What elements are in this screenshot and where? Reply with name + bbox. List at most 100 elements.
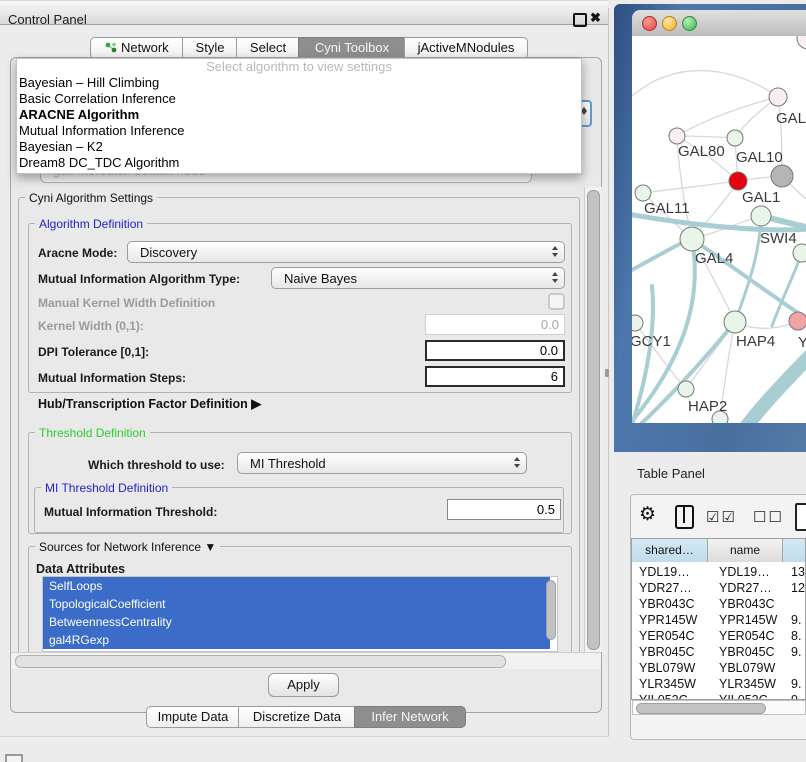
list-item[interactable]: BetweennessCentrality (43, 613, 550, 631)
which-threshold-label: Which threshold to use: (88, 458, 225, 472)
tab-jactivemnodules[interactable]: jActiveMNodules (404, 37, 528, 59)
node-selected-gray[interactable] (771, 165, 793, 187)
table-row[interactable]: YBL079WYBL079W (632, 660, 806, 677)
settings-vscrollbar-track[interactable] (584, 187, 602, 652)
node[interactable] (789, 312, 806, 330)
table-row[interactable]: YBR043CYBR043C (632, 596, 806, 613)
list-item[interactable]: TopologicalCoefficient (43, 595, 550, 613)
page-icon[interactable] (795, 503, 806, 531)
screen: Control Panel ✖ Network Style Select Cyn… (0, 0, 806, 762)
sources-toggle[interactable]: Sources for Network Inference ▼ (35, 540, 220, 554)
network-canvas[interactable]: GAL GAL80 GAL10 GAL1 GAL11 SWI4 GAL4 GCY… (632, 36, 806, 423)
table-row[interactable]: YDL19…YDL19…13 (632, 564, 806, 581)
tab-cyni-toolbox[interactable]: Cyni Toolbox (298, 37, 406, 59)
node-gal1-red[interactable] (729, 172, 747, 190)
dropdown-item-highlighted[interactable]: ARACNE Algorithm (17, 107, 581, 123)
tab-discretize-data[interactable]: Discretize Data (238, 706, 356, 728)
gear-icon[interactable]: ⚙ (639, 503, 656, 526)
dropdown-item[interactable]: Mutual Information Inference (17, 123, 581, 139)
checkbox-unchecked-icons[interactable]: ☐☐ (753, 508, 784, 526)
node-hap2[interactable] (678, 381, 694, 397)
cell: YDR27… (719, 580, 772, 597)
settings-hscrollbar-track[interactable] (11, 652, 601, 669)
close-traffic-light[interactable] (642, 16, 657, 31)
mi-threshold-field[interactable]: 0.5 (447, 499, 561, 520)
cell: 9. (791, 644, 801, 661)
algorithm-dropdown-list: Select algorithm to view settings Bayesi… (16, 58, 582, 174)
node-hap4[interactable] (724, 311, 746, 333)
checkbox-checked-icons[interactable]: ☑☑ (706, 508, 737, 526)
table-row[interactable]: YIL052CYIL052C9 (632, 692, 806, 700)
dpi-tolerance-field[interactable]: 0.0 (425, 340, 565, 361)
manual-kernel-checkbox (548, 293, 565, 310)
tab-network[interactable]: Network (90, 37, 184, 59)
minimize-traffic-light[interactable] (662, 16, 677, 31)
cell: 9. (791, 612, 801, 629)
columns-icon[interactable] (675, 505, 694, 529)
float-window-icon[interactable] (573, 13, 587, 27)
node-gal10[interactable] (727, 130, 743, 146)
chevron-updown-icon (514, 457, 520, 468)
settings-hscrollbar-thumb[interactable] (15, 655, 506, 668)
network-window-titlebar[interactable] (632, 10, 806, 37)
network-icon (105, 42, 117, 53)
node-gcy1[interactable] (632, 315, 643, 331)
cell: YDL19… (719, 564, 770, 581)
dropdown-item[interactable]: Bayesian – K2 (17, 139, 581, 155)
tab-infer-network[interactable]: Infer Network (354, 706, 466, 728)
which-threshold-combo[interactable]: MI Threshold (237, 452, 527, 474)
tab-style[interactable]: Style (182, 37, 238, 59)
control-panel-titlebar (0, 0, 608, 25)
tab-select[interactable]: Select (236, 37, 300, 59)
zoom-traffic-light[interactable] (682, 16, 697, 31)
node-gal80[interactable] (669, 128, 685, 144)
list-item[interactable]: gal4RGexp (43, 631, 550, 649)
hub-section-toggle[interactable]: Hub/Transcription Factor Definition ▶ (38, 396, 261, 412)
table-row[interactable]: YPR145WYPR145W9. (632, 612, 806, 629)
manual-kernel-label: Manual Kernel Width Definition (38, 296, 215, 310)
mi-type-label: Mutual Information Algorithm Type: (38, 272, 240, 286)
splitter-handle[interactable] (605, 369, 609, 377)
node-label: SWI4 (760, 230, 797, 247)
cell: YBL079W (719, 660, 775, 677)
table-hscrollbar-track[interactable] (632, 700, 806, 715)
column-header-shared-name[interactable]: shared… (632, 539, 708, 562)
apply-button[interactable]: Apply (268, 673, 339, 697)
data-attributes-label: Data Attributes (36, 562, 125, 576)
table-row[interactable]: YBR045CYBR045C9. (632, 644, 806, 661)
dropdown-item[interactable]: Basic Correlation Inference (17, 91, 581, 107)
table-hscrollbar-thumb[interactable] (636, 703, 766, 714)
cell: 13 (791, 564, 805, 581)
dropdown-item[interactable]: Dream8 DC_TDC Algorithm (17, 155, 581, 171)
dropdown-placeholder: Select algorithm to view settings (17, 59, 581, 75)
node-gal11[interactable] (635, 185, 651, 201)
table-row[interactable]: YER054CYER054C8. (632, 628, 806, 645)
tab-impute-data[interactable]: Impute Data (146, 706, 240, 728)
node-label: GAL4 (695, 250, 733, 267)
table-row[interactable]: YLR345WYLR345W9. (632, 676, 806, 693)
column-header-cut[interactable] (783, 539, 806, 562)
settings-vscrollbar-thumb[interactable] (587, 190, 600, 650)
node-label: GAL80 (678, 143, 725, 160)
mi-type-combo[interactable]: Naive Bayes (271, 267, 565, 289)
node-gal4[interactable] (680, 227, 704, 251)
node[interactable] (797, 36, 806, 49)
kernel-width-label: Kernel Width (0,1): (38, 319, 144, 333)
column-header-name[interactable]: name (708, 539, 783, 562)
list-scrollbar[interactable] (546, 580, 556, 640)
cutoff-button[interactable] (5, 754, 23, 762)
node[interactable] (769, 88, 787, 106)
dropdown-item[interactable]: Bayesian – Hill Climbing (17, 75, 581, 91)
node-swi4[interactable] (751, 206, 771, 226)
chevron-right-icon: ▶ (251, 396, 261, 411)
table-row[interactable]: YDR27…YDR27…12 (632, 580, 806, 597)
cell: YBR045C (719, 644, 775, 661)
list-item[interactable]: SelfLoops (43, 577, 550, 595)
cell: YIL052C (639, 692, 688, 700)
chevron-updown-icon (552, 246, 558, 257)
mi-steps-field[interactable]: 6 (425, 366, 565, 387)
aracne-mode-value: Discovery (140, 245, 197, 260)
aracne-mode-combo[interactable]: Discovery (127, 241, 565, 263)
close-icon[interactable]: ✖ (590, 10, 601, 26)
cell: YBR043C (719, 596, 775, 613)
